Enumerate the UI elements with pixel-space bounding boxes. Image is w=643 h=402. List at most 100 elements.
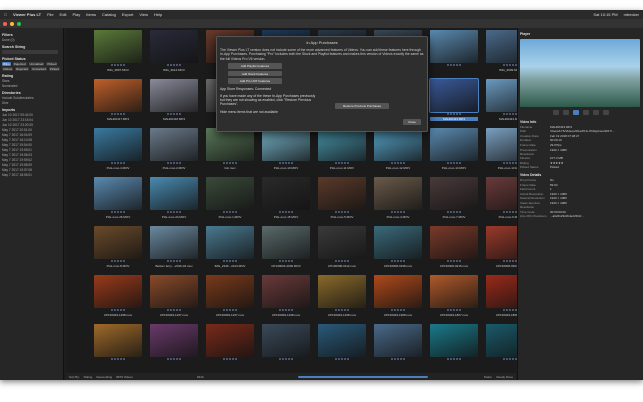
star-icon[interactable] xyxy=(341,358,343,360)
star-icon[interactable] xyxy=(509,211,511,213)
fullscreen-icon[interactable] xyxy=(602,110,609,115)
star-icon[interactable] xyxy=(170,309,172,311)
star-icon[interactable] xyxy=(226,260,228,262)
star-icon[interactable] xyxy=(167,260,169,262)
star-icon[interactable] xyxy=(453,358,455,360)
star-icon[interactable] xyxy=(503,358,505,360)
rating-stars[interactable] xyxy=(381,260,415,263)
star-icon[interactable] xyxy=(114,309,116,311)
star-icon[interactable] xyxy=(503,211,505,213)
star-icon[interactable] xyxy=(117,260,119,262)
rating-stars[interactable] xyxy=(213,358,247,361)
star-icon[interactable] xyxy=(344,162,346,164)
star-icon[interactable] xyxy=(459,113,461,115)
star-icon[interactable] xyxy=(176,162,178,164)
rating-stars[interactable] xyxy=(213,162,247,165)
star-icon[interactable] xyxy=(114,113,116,115)
star-icon[interactable] xyxy=(338,358,340,360)
star-icon[interactable] xyxy=(288,358,290,360)
star-icon[interactable] xyxy=(506,113,508,115)
star-icon[interactable] xyxy=(229,309,231,311)
star-icon[interactable] xyxy=(111,113,113,115)
menu-play[interactable]: Play xyxy=(72,12,80,17)
video-thumbnail[interactable] xyxy=(94,128,142,161)
star-icon[interactable] xyxy=(117,211,119,213)
star-icon[interactable] xyxy=(279,162,281,164)
star-icon[interactable] xyxy=(226,358,228,360)
menu-items[interactable]: Items xyxy=(86,12,96,17)
rating-stars[interactable] xyxy=(437,113,471,116)
star-icon[interactable] xyxy=(232,309,234,311)
star-icon[interactable] xyxy=(506,358,508,360)
star-icon[interactable] xyxy=(335,309,337,311)
star-icon[interactable] xyxy=(170,162,172,164)
close-button[interactable]: Close xyxy=(403,119,421,125)
hide-menu-items-checkbox[interactable]: Hide menu items that are not available xyxy=(220,110,424,114)
star-icon[interactable] xyxy=(123,211,125,213)
star-icon[interactable] xyxy=(394,358,396,360)
star-icon[interactable] xyxy=(347,211,349,213)
menu-app[interactable]: Viewer Plus LT xyxy=(13,12,41,17)
star-icon[interactable] xyxy=(506,211,508,213)
add-stock-features-button[interactable]: Add Stock Features xyxy=(228,70,282,77)
star-icon[interactable] xyxy=(509,162,511,164)
star-icon[interactable] xyxy=(120,309,122,311)
star-icon[interactable] xyxy=(114,64,116,66)
star-icon[interactable] xyxy=(391,358,393,360)
star-icon[interactable] xyxy=(459,309,461,311)
video-thumbnail[interactable] xyxy=(150,128,198,161)
player-title[interactable]: Player xyxy=(520,32,641,36)
star-icon[interactable] xyxy=(173,309,175,311)
star-icon[interactable] xyxy=(176,260,178,262)
star-icon[interactable] xyxy=(179,162,181,164)
star-icon[interactable] xyxy=(503,309,505,311)
star-icon[interactable] xyxy=(391,260,393,262)
star-icon[interactable] xyxy=(282,309,284,311)
star-icon[interactable] xyxy=(512,113,514,115)
star-icon[interactable] xyxy=(291,358,293,360)
star-icon[interactable] xyxy=(173,113,175,115)
pause-icon[interactable] xyxy=(572,110,579,115)
video-thumbnail[interactable] xyxy=(206,324,254,357)
video-thumbnail[interactable] xyxy=(150,226,198,259)
star-icon[interactable] xyxy=(506,309,508,311)
apple-icon[interactable]:  xyxy=(4,12,7,17)
star-icon[interactable] xyxy=(450,358,452,360)
star-icon[interactable] xyxy=(111,309,113,311)
star-icon[interactable] xyxy=(123,113,125,115)
video-thumbnail[interactable] xyxy=(94,177,142,210)
star-icon[interactable] xyxy=(282,260,284,262)
star-icon[interactable] xyxy=(235,309,237,311)
video-thumbnail[interactable] xyxy=(206,128,254,161)
star-icon[interactable] xyxy=(232,162,234,164)
rating-stars[interactable] xyxy=(381,358,415,361)
video-thumbnail[interactable] xyxy=(430,177,478,210)
star-icon[interactable] xyxy=(400,309,402,311)
rating-stars[interactable] xyxy=(213,309,247,312)
include-subdirectories-checkbox[interactable]: Include Subdirectories xyxy=(2,96,61,100)
star-icon[interactable] xyxy=(397,309,399,311)
star-icon[interactable] xyxy=(279,260,281,262)
video-thumbnail[interactable] xyxy=(206,226,254,259)
sort-direction[interactable]: Descending xyxy=(96,375,112,379)
star-icon[interactable] xyxy=(341,260,343,262)
video-thumbnail[interactable] xyxy=(318,177,366,210)
menu-view[interactable]: View xyxy=(139,12,148,17)
rating-stars[interactable] xyxy=(269,211,303,214)
star-icon[interactable] xyxy=(120,211,122,213)
rating-stars[interactable]: Stars xyxy=(2,79,61,83)
import-item[interactable]: May 7 2017 16:10:08 xyxy=(2,138,61,142)
video-thumbnail[interactable] xyxy=(374,177,422,210)
star-icon[interactable] xyxy=(335,211,337,213)
video-thumbnail[interactable] xyxy=(262,128,310,161)
rating-stars[interactable] xyxy=(381,162,415,165)
star-icon[interactable] xyxy=(456,358,458,360)
star-icon[interactable] xyxy=(450,211,452,213)
rating-stars[interactable] xyxy=(101,260,135,263)
video-thumbnail[interactable] xyxy=(150,30,198,63)
import-item[interactable]: May 7 2017 19:59:02 xyxy=(2,158,61,162)
star-icon[interactable] xyxy=(173,260,175,262)
star-icon[interactable] xyxy=(282,211,284,213)
star-icon[interactable] xyxy=(450,113,452,115)
star-icon[interactable] xyxy=(512,64,514,66)
